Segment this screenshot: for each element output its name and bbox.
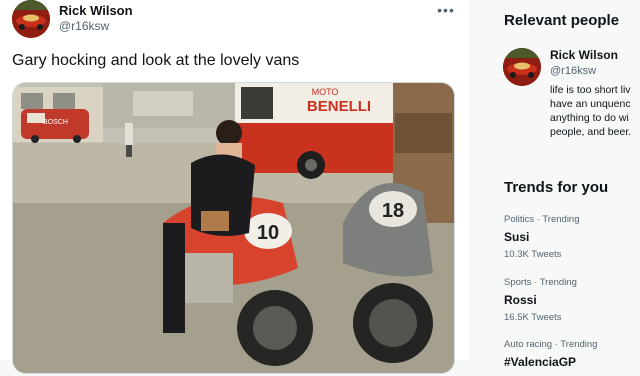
trend-name: #ValenciaGP xyxy=(504,355,577,369)
bike-number-18: 18 xyxy=(382,200,404,222)
relevant-people-panel: Relevant people Rick Wilson @r16ksw life… xyxy=(492,0,640,154)
author-handle[interactable]: @r16ksw xyxy=(59,19,109,33)
avatar-car-image xyxy=(503,48,541,86)
person-bio-line: life is too short liv xyxy=(550,84,631,96)
trend-item[interactable]: Sports · Trending Rossi 16.5K Tweets xyxy=(504,277,640,323)
trend-item[interactable]: Politics · Trending Susi 10.3K Tweets xyxy=(504,214,640,260)
person-avatar[interactable] xyxy=(503,48,541,86)
motorcycle-paddock-photo: BOSCH MOTO BENELLI 18 10 xyxy=(13,83,454,373)
small-van-label: BOSCH xyxy=(43,119,68,126)
tweet-text: Gary hocking and look at the lovely vans xyxy=(12,52,300,69)
more-options-icon[interactable]: ••• xyxy=(434,0,458,20)
person-handle[interactable]: @r16ksw xyxy=(550,65,596,77)
tweet-photo[interactable]: BOSCH MOTO BENELLI 18 10 xyxy=(12,82,455,374)
van-sign-moto: MOTO xyxy=(312,87,339,97)
trends-panel: Trends for you Politics · Trending Susi … xyxy=(492,166,640,376)
trend-category: Sports · Trending xyxy=(504,277,577,288)
rider-head xyxy=(216,120,242,146)
tweet-column: Rick Wilson @r16ksw ••• Gary hocking and… xyxy=(0,0,471,374)
trend-item[interactable]: Auto racing · Trending #ValenciaGP xyxy=(504,339,640,369)
bike-number-10: 10 xyxy=(257,222,279,244)
person-bio: life is too short liv have an unquenc an… xyxy=(550,83,640,139)
trend-name: Rossi xyxy=(504,293,537,307)
person-bio-line: people, and beer. xyxy=(550,126,632,138)
person-name[interactable]: Rick Wilson xyxy=(550,48,618,62)
trend-name: Susi xyxy=(504,230,530,244)
avatar-car-image xyxy=(12,0,50,38)
person-bio-line: have an unquenc xyxy=(550,98,631,110)
trend-tweet-count: 10.3K Tweets xyxy=(504,249,562,260)
relevant-people-heading: Relevant people xyxy=(504,12,620,29)
trends-heading: Trends for you xyxy=(504,179,609,196)
author-name[interactable]: Rick Wilson xyxy=(59,3,133,18)
trend-category: Auto racing · Trending xyxy=(504,339,598,350)
trend-category: Politics · Trending xyxy=(504,214,580,225)
author-avatar[interactable] xyxy=(12,0,50,38)
person-bio-line: anything to do wi xyxy=(550,112,629,124)
trend-tweet-count: 16.5K Tweets xyxy=(504,312,562,323)
van-sign-benelli: BENELLI xyxy=(307,98,371,115)
